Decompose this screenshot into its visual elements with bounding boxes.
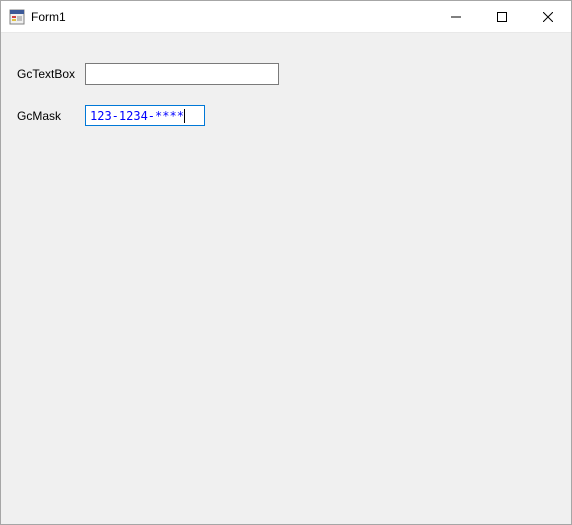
maximize-button[interactable] — [479, 1, 525, 32]
maximize-icon — [497, 12, 507, 22]
titlebar[interactable]: Form1 — [1, 1, 571, 33]
window-controls — [433, 1, 571, 32]
app-icon — [9, 9, 25, 25]
gc-mask-input[interactable]: 123-1234-**** — [85, 105, 205, 126]
minimize-icon — [451, 12, 461, 22]
gc-textbox-input[interactable] — [85, 63, 279, 85]
mask-row: GcMask 123-1234-**** — [17, 105, 205, 126]
textbox-label: GcTextBox — [17, 67, 85, 81]
client-area: GcTextBox GcMask 123-1234-**** — [1, 33, 571, 524]
textbox-row: GcTextBox — [17, 63, 279, 85]
minimize-button[interactable] — [433, 1, 479, 32]
window-title: Form1 — [31, 10, 66, 24]
text-caret — [184, 109, 185, 123]
close-icon — [543, 12, 553, 22]
window-frame: Form1 GcTextBox — [0, 0, 572, 525]
mask-label: GcMask — [17, 109, 85, 123]
close-button[interactable] — [525, 1, 571, 32]
mask-value-text: 123-1234-**** — [90, 109, 184, 123]
titlebar-left: Form1 — [1, 9, 66, 25]
